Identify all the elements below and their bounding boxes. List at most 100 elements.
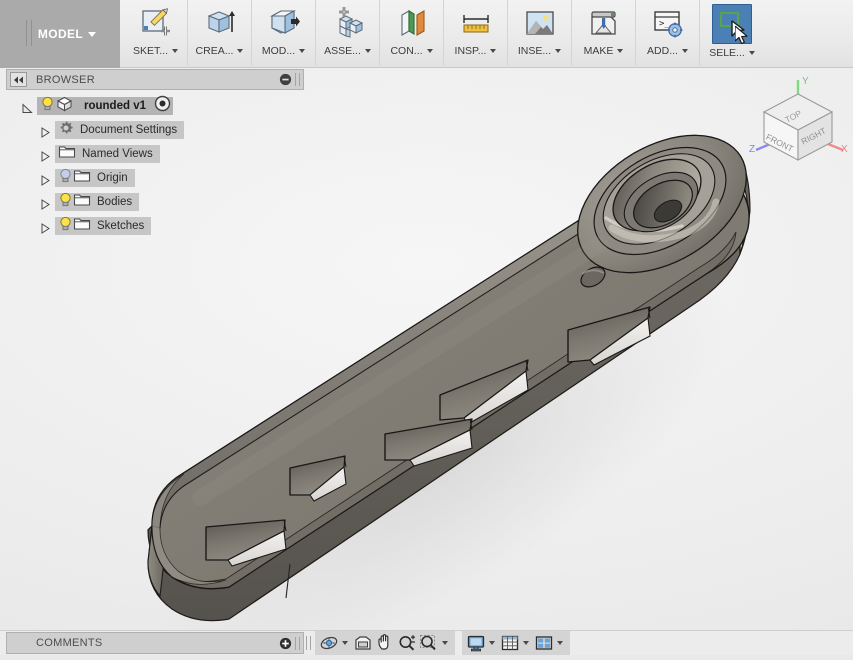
viewport-layout-icon[interactable] [533, 632, 555, 654]
gear-icon [58, 120, 74, 141]
browser-tree: rounded v1 Document Settings Named Views… [6, 90, 304, 236]
tree-item-document-settings[interactable]: Document Settings [6, 120, 304, 140]
tree-item-bodies[interactable]: Bodies [6, 192, 304, 212]
toolbar-label-create: CREA... [196, 45, 244, 57]
folder-icon [73, 216, 91, 236]
inspect-icon [457, 4, 495, 42]
tree-item-sketches[interactable]: Sketches [6, 216, 304, 236]
workspace-selector[interactable]: MODEL [0, 0, 120, 68]
construct-icon [393, 4, 431, 42]
activate-component-icon[interactable] [154, 95, 171, 117]
minimize-icon[interactable] [279, 73, 292, 86]
tree-label-bodies: Bodies [97, 196, 133, 208]
expander-icon[interactable] [40, 125, 51, 138]
display-settings-dropdown-icon[interactable] [487, 632, 497, 654]
expander-icon[interactable] [40, 173, 51, 186]
lightbulb-on-icon[interactable] [40, 96, 55, 117]
expander-icon[interactable] [40, 221, 51, 234]
nav-group-display [462, 631, 570, 655]
toolbar-label-addins: ADD... [647, 45, 688, 57]
toolbar-group-addins[interactable]: >_ ADD... [636, 0, 700, 66]
tree-chip-document-settings[interactable]: Document Settings [55, 120, 185, 141]
create-icon [201, 4, 239, 42]
toolbar-label-sketch: SKET... [133, 45, 178, 57]
browser-header: BROWSER [6, 69, 304, 90]
toolbar-group-insert[interactable]: INSE... [508, 0, 572, 66]
bottom-strip [0, 655, 853, 660]
toolbar-label-assemble: ASSE... [324, 45, 371, 57]
addins-icon: >_ [649, 4, 687, 42]
browser-resize-grip[interactable] [295, 73, 300, 86]
toolbar-group-assemble[interactable]: ASSE... [316, 0, 380, 66]
component-cube-icon [55, 96, 74, 117]
zoom-window-icon[interactable] [418, 632, 440, 654]
toolbar-label-select: SELE... [709, 47, 755, 59]
grid-snaps-dropdown-icon[interactable] [521, 632, 531, 654]
expander-icon[interactable] [40, 197, 51, 210]
toolbar-group-construct[interactable]: CON... [380, 0, 444, 66]
viewport-layout-dropdown-icon[interactable] [555, 632, 565, 654]
folder-icon [73, 192, 91, 212]
toolbar-group-select[interactable]: SELE... [700, 0, 764, 66]
axis-label-y: Y [802, 76, 809, 87]
orbit-dropdown-icon[interactable] [340, 632, 350, 654]
chevron-down-icon [88, 31, 97, 37]
tree-chip-named-views[interactable]: Named Views [55, 145, 160, 163]
sketch-icon [137, 4, 175, 42]
tree-chip-sketches[interactable]: Sketches [55, 216, 152, 237]
fusion-window: MODEL SKET... CREA... MOD... ASSE... CON… [0, 0, 853, 660]
display-settings-icon[interactable] [465, 632, 487, 654]
lightbulb-off-icon[interactable] [58, 168, 73, 189]
tree-item-origin[interactable]: Origin [6, 168, 304, 188]
grid-snaps-icon[interactable] [499, 632, 521, 654]
zoom-icon[interactable] [396, 632, 418, 654]
look-at-icon[interactable] [352, 632, 374, 654]
collapse-left-icon[interactable] [10, 72, 27, 87]
tree-label-document-settings: Document Settings [80, 124, 178, 136]
toolbar-group-modify[interactable]: MOD... [252, 0, 316, 66]
expander-icon[interactable] [22, 101, 33, 113]
tree-label-origin: Origin [97, 172, 128, 184]
lightbulb-on-icon[interactable] [58, 192, 73, 213]
toolbar-label-modify: MOD... [262, 45, 306, 57]
add-comment-icon[interactable] [279, 637, 292, 650]
tree-chip-root[interactable]: rounded v1 [37, 95, 173, 117]
comments-resize-grip[interactable] [295, 636, 300, 650]
tree-item-named-views[interactable]: Named Views [6, 144, 304, 164]
browser-panel: BROWSER rounded v1 Document Settings Nam… [6, 69, 304, 240]
toolbar-group-make[interactable]: MAKE [572, 0, 636, 66]
tree-chip-bodies[interactable]: Bodies [55, 192, 140, 213]
view-cube[interactable]: Y X Z TOP FRONT RIGHT [746, 70, 850, 166]
pan-icon[interactable] [374, 632, 396, 654]
toolbar-group-inspect[interactable]: INSP... [444, 0, 508, 66]
tree-chip-origin[interactable]: Origin [55, 168, 135, 189]
tree-label-named-views: Named Views [82, 148, 153, 160]
navigation-bar [306, 631, 577, 655]
insert-icon [521, 4, 559, 42]
lightbulb-on-icon[interactable] [58, 216, 73, 237]
folder-icon [58, 144, 76, 164]
assemble-icon [329, 4, 367, 42]
select-icon [712, 4, 752, 44]
modify-icon [265, 4, 303, 42]
comments-panel[interactable]: COMMENTS [6, 632, 304, 654]
main-toolbar: MODEL SKET... CREA... MOD... ASSE... CON… [0, 0, 853, 68]
workspace-label: MODEL [37, 27, 84, 41]
navbar-grip[interactable] [306, 636, 311, 650]
toolbar-groups: SKET... CREA... MOD... ASSE... CON... IN… [120, 0, 764, 67]
orbit-icon[interactable] [318, 632, 340, 654]
tree-label-root: rounded v1 [84, 100, 146, 112]
tree-item-rounded-v1[interactable]: rounded v1 [6, 95, 304, 117]
folder-icon [73, 168, 91, 188]
axis-label-x: X [841, 144, 848, 155]
toolbar-label-construct: CON... [390, 45, 433, 57]
tree-label-sketches: Sketches [97, 220, 145, 232]
toolbar-label-make: MAKE [584, 45, 624, 57]
browser-title: BROWSER [36, 73, 95, 86]
zoom-window-dropdown-icon[interactable] [440, 632, 450, 654]
toolbar-group-create[interactable]: CREA... [188, 0, 252, 66]
nav-group-view [315, 631, 455, 655]
toolbar-group-sketch[interactable]: SKET... [124, 0, 188, 66]
expander-icon[interactable] [40, 149, 51, 162]
comments-title: COMMENTS [36, 637, 103, 649]
